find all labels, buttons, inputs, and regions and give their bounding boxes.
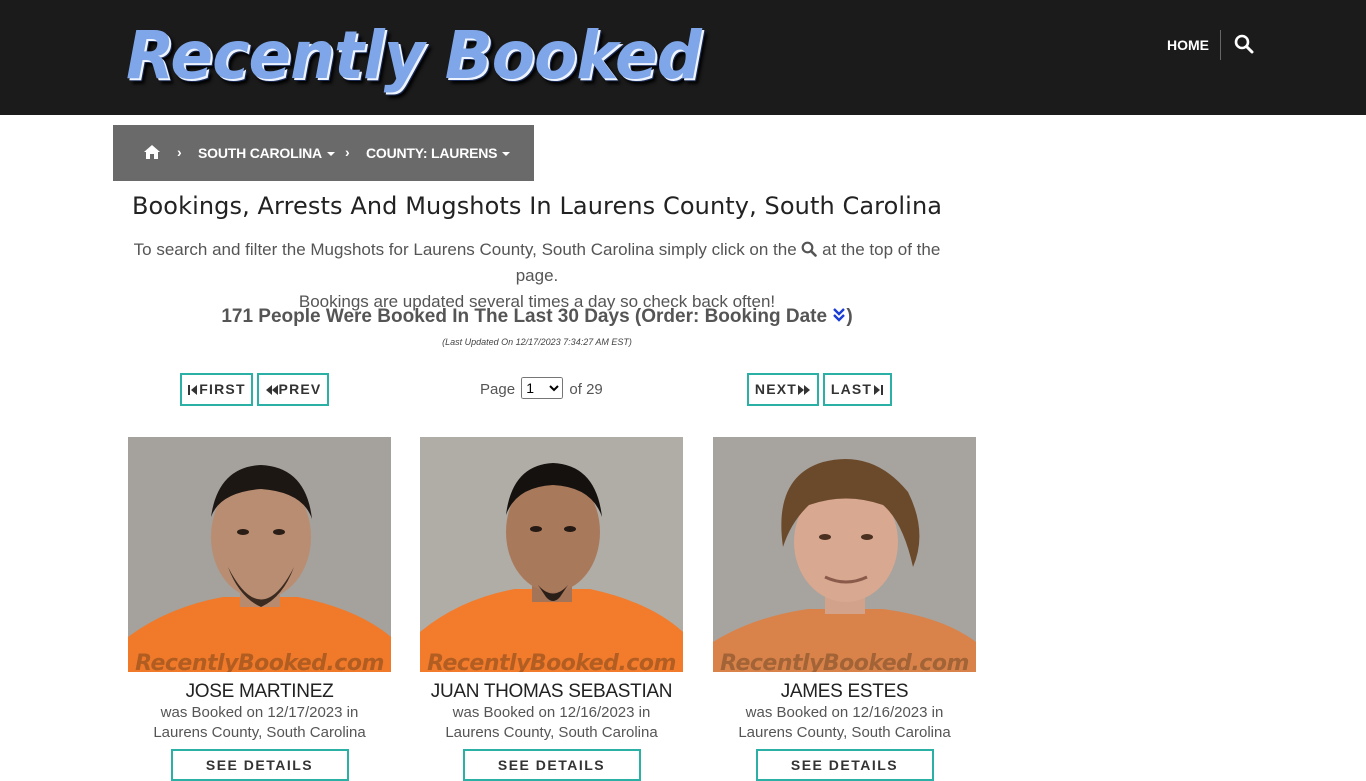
page-title: Bookings, Arrests And Mugshots In Lauren… [131, 192, 943, 220]
backward-icon [265, 385, 278, 395]
booking-card: RecentlyBooked.com JOSE MARTINEZ was Boo… [128, 437, 391, 781]
booking-date-text: was Booked on 12/17/2023 in [160, 704, 359, 721]
caret-down-icon [326, 152, 335, 157]
see-details-button[interactable]: SEE DETAILS [755, 749, 934, 781]
site-header: Recently Booked HOME [0, 0, 1366, 115]
photo-watermark: RecentlyBooked.com [427, 651, 676, 672]
photo-watermark: RecentlyBooked.com [135, 651, 384, 672]
site-logo[interactable]: Recently Booked [126, 14, 702, 98]
prev-page-button[interactable]: PREV [257, 373, 329, 406]
mugshot-photo[interactable]: RecentlyBooked.com [420, 437, 683, 672]
person-name[interactable]: JUAN THOMAS SEBASTIAN [420, 681, 683, 703]
booking-date-text: was Booked on 12/16/2023 in [452, 704, 651, 721]
prev-page-label: PREV [278, 381, 322, 397]
next-page-label: NEXT [754, 381, 798, 397]
first-page-label: FIRST [199, 381, 246, 397]
page-select[interactable]: 1 [521, 377, 564, 399]
intro-part1: To search and filter the Mugshots for La… [133, 240, 797, 259]
chevron-right-icon: › [177, 144, 182, 160]
mugshot-photo[interactable]: RecentlyBooked.com [128, 437, 391, 672]
nav-divider [1220, 30, 1221, 60]
booking-location: Laurens County, South Carolina [445, 724, 658, 741]
booking-location: Laurens County, South Carolina [153, 724, 366, 741]
booking-card: RecentlyBooked.com JAMES ESTES was Booke… [713, 437, 976, 781]
chevron-right-icon: › [345, 144, 350, 160]
forward-icon [798, 385, 811, 395]
first-page-button[interactable]: FIRST [180, 373, 253, 406]
last-updated: (Last Updated On 12/17/2023 7:34:27 AM E… [442, 337, 632, 347]
home-icon[interactable] [143, 144, 161, 160]
booking-date-text: was Booked on 12/16/2023 in [745, 704, 944, 721]
nav-home-link[interactable]: HOME [1167, 37, 1209, 53]
breadcrumb-state-label: SOUTH CAROLINA [198, 145, 322, 161]
search-icon[interactable] [1234, 34, 1256, 56]
breadcrumb-state-dropdown[interactable]: SOUTH CAROLINA [198, 145, 335, 161]
caret-down-icon [502, 152, 511, 157]
booking-card: RecentlyBooked.com JUAN THOMAS SEBASTIAN… [420, 437, 683, 781]
booking-location: Laurens County, South Carolina [738, 724, 951, 741]
breadcrumb-county-label: COUNTY: LAURENS [366, 145, 498, 161]
mugshot-photo[interactable]: RecentlyBooked.com [713, 437, 976, 672]
last-page-label: LAST [830, 381, 873, 397]
page-label: Page [480, 381, 516, 398]
person-name[interactable]: JOSE MARTINEZ [128, 681, 391, 703]
page-total: of 29 [569, 381, 603, 398]
booking-count: 171 People Were Booked In The Last 30 Da… [113, 304, 961, 330]
booking-count-close: ) [846, 306, 853, 327]
next-page-button[interactable]: NEXT [747, 373, 819, 406]
last-page-icon [874, 385, 884, 395]
breadcrumb-county-dropdown[interactable]: COUNTY: LAURENS [366, 145, 511, 161]
sort-order-icon[interactable] [832, 305, 846, 322]
see-details-button[interactable]: SEE DETAILS [170, 749, 349, 781]
search-icon [801, 239, 818, 257]
person-name[interactable]: JAMES ESTES [713, 681, 976, 703]
see-details-button[interactable]: SEE DETAILS [462, 749, 641, 781]
photo-watermark: RecentlyBooked.com [720, 651, 969, 672]
page-selector: Page 1 of 29 [480, 377, 603, 402]
last-page-button[interactable]: LAST [823, 373, 892, 406]
first-page-icon [188, 385, 198, 395]
booking-count-text: 171 People Were Booked In The Last 30 Da… [221, 306, 828, 327]
